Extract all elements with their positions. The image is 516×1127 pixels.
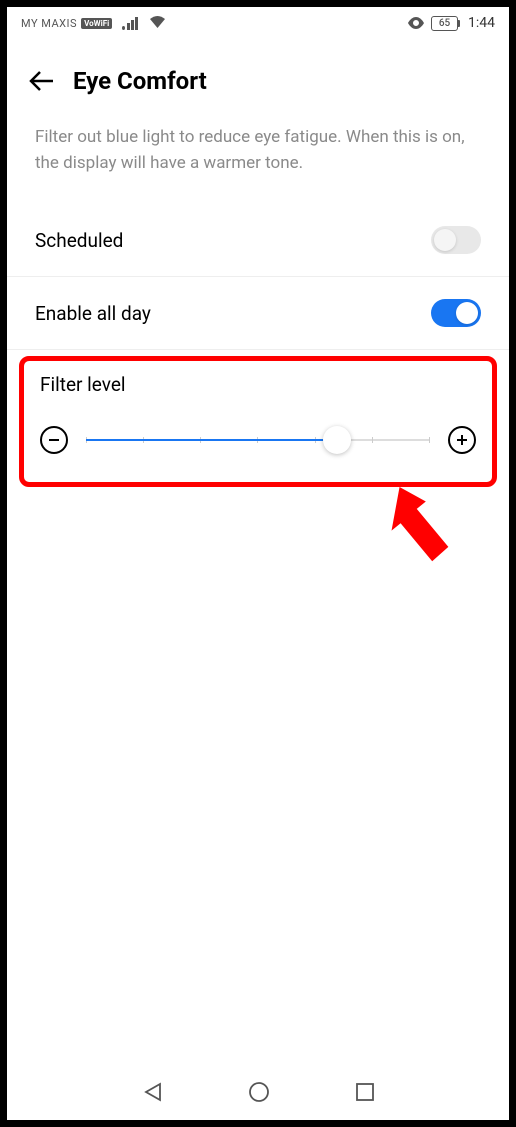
- clock: 1:44: [468, 15, 495, 31]
- page-title: Eye Comfort: [73, 67, 207, 95]
- back-arrow-icon[interactable]: [27, 69, 55, 93]
- scheduled-toggle[interactable]: [431, 226, 481, 254]
- scheduled-label: Scheduled: [35, 229, 123, 252]
- nav-home-button[interactable]: [248, 1081, 270, 1103]
- setting-scheduled[interactable]: Scheduled: [7, 204, 509, 277]
- filter-level-label: Filter level: [40, 373, 476, 396]
- page-header: Eye Comfort: [7, 39, 509, 115]
- page-description: Filter out blue light to reduce eye fati…: [7, 115, 509, 204]
- filter-level-slider[interactable]: [86, 430, 430, 450]
- battery-icon: 65: [431, 16, 460, 31]
- eye-status-icon: [407, 17, 425, 29]
- enable-all-day-toggle[interactable]: [431, 299, 481, 327]
- nav-recent-button[interactable]: [355, 1082, 375, 1102]
- enable-all-day-label: Enable all day: [35, 302, 151, 325]
- nav-back-button[interactable]: [142, 1081, 164, 1103]
- slider-thumb[interactable]: [323, 426, 351, 454]
- increase-button[interactable]: [448, 426, 476, 454]
- setting-enable-all-day[interactable]: Enable all day: [7, 277, 509, 350]
- carrier-name: MY MAXIS: [21, 17, 77, 30]
- decrease-button[interactable]: [40, 426, 68, 454]
- vowifi-badge: VoWiFi: [81, 18, 112, 29]
- annotation-arrow-icon: [387, 485, 457, 589]
- status-bar: MY MAXIS VoWiFi 65 1:44: [7, 7, 509, 39]
- wifi-icon: [146, 15, 166, 32]
- filter-level-section: Filter level: [19, 356, 497, 487]
- signal-icon: [122, 17, 142, 30]
- navigation-bar: [7, 1064, 509, 1120]
